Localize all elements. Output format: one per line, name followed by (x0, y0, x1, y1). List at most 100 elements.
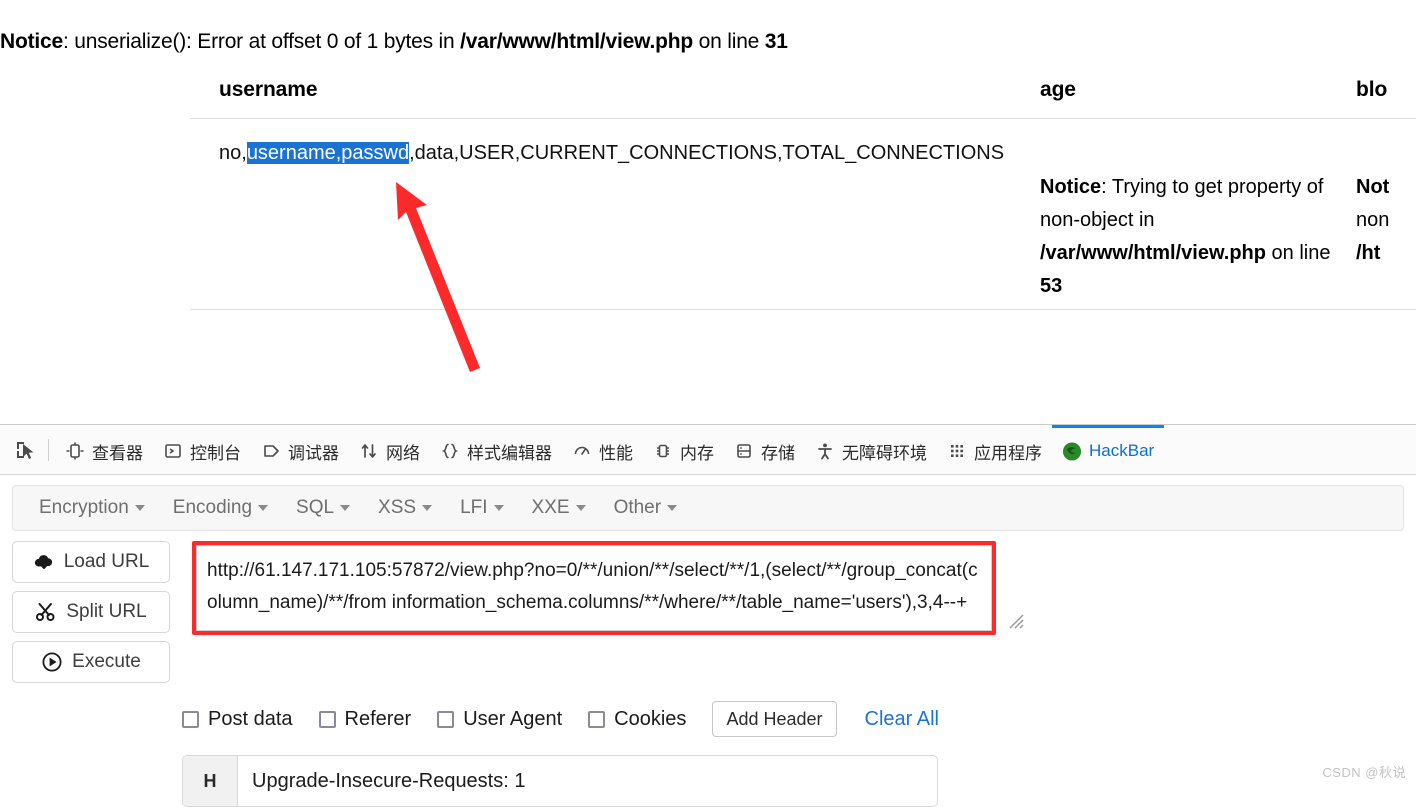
age-notice-label: Notice (1040, 176, 1102, 198)
tab-storage[interactable]: 存储 (724, 425, 805, 474)
tab-console[interactable]: 控制台 (153, 425, 251, 474)
username-prefix: no, (219, 142, 247, 164)
username-suffix: ,data,USER,CURRENT_CONNECTIONS,TOTAL_CON… (409, 142, 1005, 164)
button-label: Execute (72, 651, 141, 672)
checkbox-box[interactable] (318, 710, 336, 728)
php-notice-unserialize: Notice: unserialize(): Error at offset 0… (0, 28, 788, 56)
url-input[interactable]: http://61.147.171.105:57872/view.php?no=… (196, 545, 992, 631)
console-icon (163, 441, 183, 461)
checkbox-user-agent[interactable]: User Agent (437, 708, 562, 731)
username-selected-text[interactable]: username,passwd (246, 142, 410, 164)
menu-lfi[interactable]: LFI (450, 493, 513, 523)
chevron-down-icon (493, 505, 504, 511)
tab-application[interactable]: 应用程序 (937, 425, 1052, 474)
tab-label: 查看器 (92, 443, 143, 463)
hackbar-menubar: Encryption Encoding SQL XSS LFI XXE Othe… (12, 485, 1404, 531)
checkbox-label: Post data (208, 707, 293, 730)
debugger-icon (261, 441, 281, 461)
chevron-down-icon (667, 505, 678, 511)
checkbox-label: Referer (344, 707, 412, 730)
header-value-input[interactable]: Upgrade-Insecure-Requests: 1 (238, 756, 937, 806)
tab-style-editor[interactable]: 样式编辑器 (430, 425, 562, 474)
style-editor-icon (440, 441, 460, 461)
notice-text-1: : unserialize(): Error at offset 0 of 1 … (62, 30, 461, 53)
hackbar-url-area: http://61.147.171.105:57872/view.php?no=… (192, 541, 1032, 635)
hackbar-icon (1062, 441, 1082, 461)
checkbox-box[interactable] (182, 710, 199, 728)
menu-label: LFI (460, 497, 488, 518)
storage-icon (734, 441, 754, 461)
hackbar-action-buttons: Load URL Split URL Execute (12, 541, 170, 683)
menu-xxe[interactable]: XXE (522, 493, 596, 523)
browser-page-content: Notice: unserialize(): Error at offset 0… (0, 0, 1416, 424)
menu-xss[interactable]: XSS (368, 493, 442, 523)
query-result-table: username age blo no,username,passwd,data… (190, 62, 1416, 310)
blo-notice-label: Not (1356, 176, 1390, 198)
menu-label: XXE (531, 497, 570, 518)
menu-encoding[interactable]: Encoding (163, 493, 278, 523)
notice-file-path: /var/www/html/view.php (460, 30, 694, 53)
element-picker-icon[interactable] (8, 433, 42, 467)
cloud-download-icon (33, 551, 55, 573)
checkbox-post-data[interactable]: Post data (182, 708, 293, 731)
tab-label: HackBar (1089, 441, 1155, 460)
execute-button[interactable]: Execute (12, 641, 170, 683)
blo-notice-line2: non (1356, 209, 1390, 231)
hackbar-options-row: Post data Referer User Agent Cookies Add… (182, 701, 1416, 737)
menu-label: XSS (378, 497, 417, 518)
chevron-down-icon (575, 505, 586, 511)
age-notice-file-path: /var/www/html/view.php (1040, 242, 1266, 264)
tab-label: 控制台 (190, 443, 241, 463)
devtools-panel: 查看器 控制台 调试器 网络 样式编辑器 性能 内存 存储 无障碍环境 应用程序… (0, 424, 1416, 807)
menu-label: Encryption (39, 497, 129, 518)
add-header-button[interactable]: Add Header (712, 701, 837, 737)
notice-text-2: on line (693, 30, 765, 53)
column-header-username: username (219, 78, 318, 101)
checkbox-label: User Agent (463, 707, 563, 730)
notice-label: Notice (0, 30, 63, 53)
tab-label: 样式编辑器 (467, 443, 552, 463)
checkbox-box[interactable] (588, 710, 606, 728)
load-url-button[interactable]: Load URL (12, 541, 170, 583)
chevron-down-icon (340, 505, 351, 511)
tab-hackbar[interactable]: HackBar (1052, 425, 1165, 474)
table-header-row: username age blo (190, 62, 1416, 119)
clear-all-link[interactable]: Clear All (865, 708, 939, 731)
tab-memory[interactable]: 内存 (643, 425, 724, 474)
checkbox-referer[interactable]: Referer (318, 707, 412, 731)
hackbar-main: Load URL Split URL Execute http://61.147… (12, 541, 1404, 683)
tab-performance[interactable]: 性能 (562, 425, 643, 474)
textarea-resize-handle[interactable] (1006, 611, 1024, 629)
menu-encryption[interactable]: Encryption (29, 493, 155, 523)
inspector-icon (65, 441, 85, 461)
checkbox-box[interactable] (437, 710, 455, 728)
request-header-row: H Upgrade-Insecure-Requests: 1 (182, 755, 938, 807)
column-header-age: age (1040, 78, 1076, 101)
cell-age-notice: Notice: Trying to get property of non-ob… (1000, 119, 1348, 309)
tab-network[interactable]: 网络 (349, 425, 430, 474)
csdn-watermark: CSDN @秋说 (1322, 765, 1406, 780)
tab-debugger[interactable]: 调试器 (251, 425, 349, 474)
tab-inspector[interactable]: 查看器 (55, 425, 153, 474)
checkbox-label: Cookies (614, 707, 687, 730)
tab-label: 内存 (680, 443, 714, 463)
play-icon (41, 651, 63, 673)
tab-accessibility[interactable]: 无障碍环境 (805, 425, 937, 474)
checkbox-cookies[interactable]: Cookies (588, 708, 686, 731)
chevron-down-icon (422, 505, 433, 511)
tab-label: 应用程序 (974, 443, 1042, 463)
application-icon (947, 441, 967, 461)
tab-label: 无障碍环境 (842, 443, 927, 463)
menu-other[interactable]: Other (604, 493, 688, 523)
menu-label: Other (613, 497, 662, 518)
chevron-down-icon (134, 505, 145, 511)
age-notice-text-2: on line (1265, 242, 1331, 264)
toolbar-divider (48, 438, 49, 461)
button-label: Split URL (66, 601, 147, 622)
split-url-button[interactable]: Split URL (12, 591, 170, 633)
cell-username: no,username,passwd,data,USER,CURRENT_CON… (190, 119, 1004, 309)
network-icon (359, 441, 379, 461)
menu-label: Encoding (172, 497, 253, 518)
notice-line-number: 31 (764, 30, 788, 53)
menu-sql[interactable]: SQL (286, 493, 360, 523)
